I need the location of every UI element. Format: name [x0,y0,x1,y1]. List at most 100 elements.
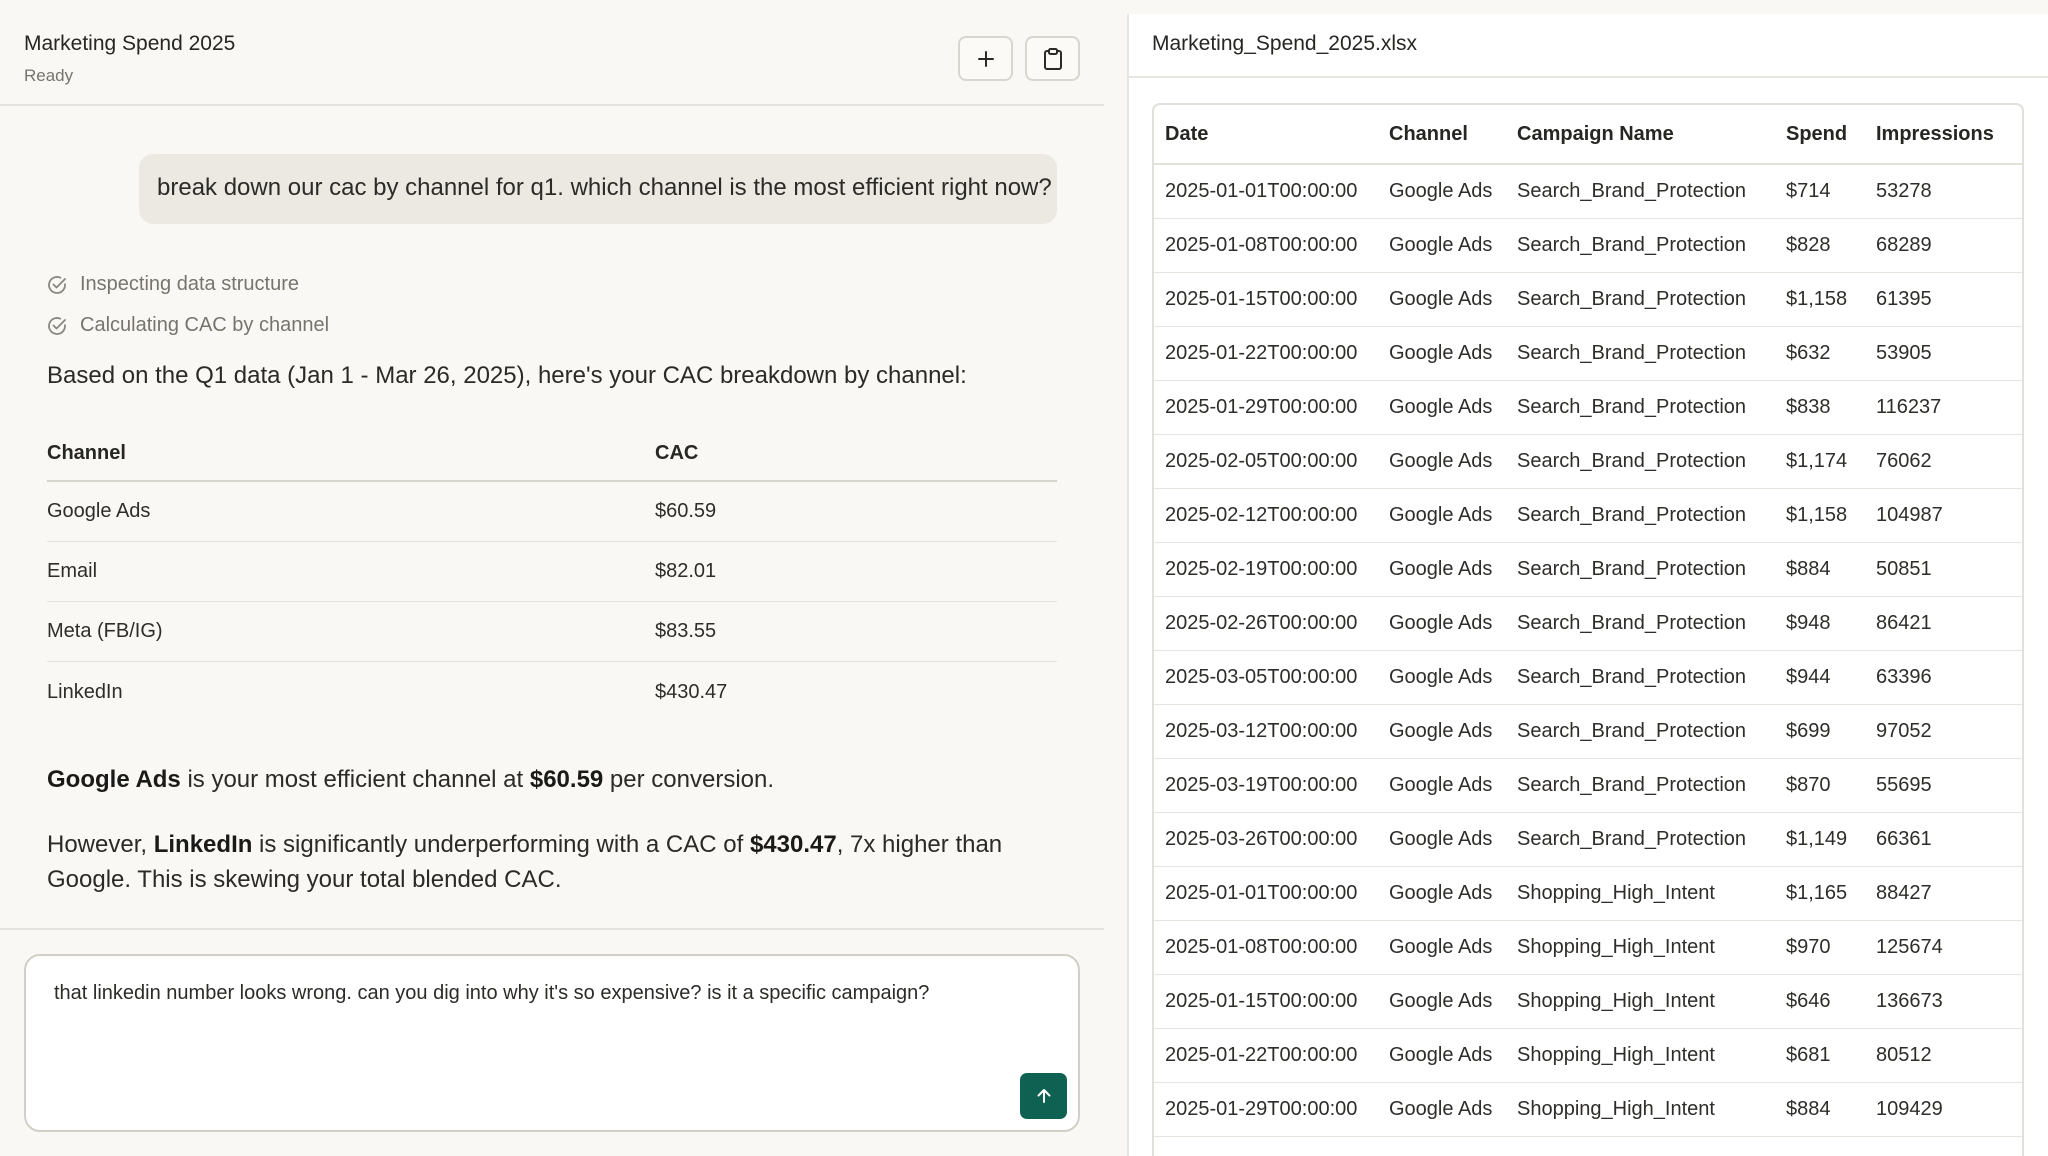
table-row[interactable]: 2025-01-15T00:00:00 Google Ads Shopping_Hi… [1154,975,2022,1029]
message-input[interactable]: that linkedin number looks wrong. can yo… [54,982,1034,1005]
cell-date[interactable]: 2025-03-26T00:00:00 [1154,828,1389,851]
cell-impressions[interactable]: 97052 [1876,720,2022,743]
cell-impressions[interactable]: 61395 [1876,288,2022,311]
cell-campaign-name[interactable]: Search_Brand_Protection [1517,504,1786,527]
cell-spend[interactable]: $828 [1786,234,1876,257]
cell-date[interactable]: 2025-02-26T00:00:00 [1154,612,1389,635]
table-row[interactable]: 2025-02-19T00:00:00 Google Ads Search_Bran… [1154,543,2022,597]
cell-channel[interactable]: Google Ads [1389,1098,1517,1121]
table-row[interactable]: 2025-01-01T00:00:00 Google Ads Shopping_Hi… [1154,867,2022,921]
cell-campaign-name[interactable]: Search_Brand_Protection [1517,720,1786,743]
cell-campaign-name[interactable]: Search_Brand_Protection [1517,396,1786,419]
cell-spend[interactable]: $1,158 [1786,504,1876,527]
cell-campaign-name[interactable]: Search_Brand_Protection [1517,180,1786,203]
new-chat-button[interactable] [958,36,1013,81]
cell-campaign-name[interactable]: Shopping_High_Intent [1517,936,1786,959]
cell-date[interactable]: 2025-01-29T00:00:00 [1154,1098,1389,1121]
table-row[interactable]: 2025-02-05T00:00:00 Google Ads Search_Bran… [1154,435,2022,489]
table-row[interactable]: 2025-01-29T00:00:00 Google Ads Search_Bran… [1154,381,2022,435]
cell-channel[interactable]: Google Ads [1389,612,1517,635]
cell-channel[interactable]: Google Ads [1389,1044,1517,1067]
cell-channel[interactable]: Google Ads [1389,990,1517,1013]
cell-impressions[interactable]: 80512 [1876,1044,2022,1067]
cell-channel[interactable]: Google Ads [1389,828,1517,851]
cell-campaign-name[interactable]: Shopping_High_Intent [1517,882,1786,905]
cell-spend[interactable]: $970 [1786,936,1876,959]
cell-impressions[interactable]: 55695 [1876,774,2022,797]
cell-date[interactable]: 2025-01-08T00:00:00 [1154,234,1389,257]
cell-campaign-name[interactable]: Search_Brand_Protection [1517,342,1786,365]
cell-channel[interactable]: Google Ads [1389,774,1517,797]
cell-impressions[interactable]: 109429 [1876,1098,2022,1121]
cell-impressions[interactable]: 88427 [1876,882,2022,905]
cell-date[interactable]: 2025-02-12T00:00:00 [1154,504,1389,527]
cell-date[interactable]: 2025-01-08T00:00:00 [1154,936,1389,959]
cell-date[interactable]: 2025-02-19T00:00:00 [1154,558,1389,581]
cell-campaign-name[interactable]: Shopping_High_Intent [1517,1044,1786,1067]
cell-impressions[interactable]: 116237 [1876,396,2022,419]
cell-impressions[interactable]: 53905 [1876,342,2022,365]
cell-channel[interactable]: Google Ads [1389,882,1517,905]
cell-spend[interactable]: $1,165 [1786,882,1876,905]
cell-campaign-name[interactable]: Search_Brand_Protection [1517,612,1786,635]
cell-spend[interactable]: $714 [1786,180,1876,203]
cell-spend[interactable]: $944 [1786,666,1876,689]
cell-spend[interactable]: $646 [1786,990,1876,1013]
cell-campaign-name[interactable]: Search_Brand_Protection [1517,666,1786,689]
cell-channel[interactable]: Google Ads [1389,234,1517,257]
cell-channel[interactable]: Google Ads [1389,288,1517,311]
table-row[interactable]: 2025-03-05T00:00:00 Google Ads Search_Bran… [1154,651,2022,705]
cell-spend[interactable]: $1,174 [1786,450,1876,473]
cell-date[interactable]: 2025-03-19T00:00:00 [1154,774,1389,797]
header-impressions[interactable]: Impressions [1876,123,2022,146]
cell-spend[interactable]: $1,158 [1786,288,1876,311]
cell-spend[interactable]: $632 [1786,342,1876,365]
cell-impressions[interactable]: 50851 [1876,558,2022,581]
cell-spend[interactable]: $681 [1786,1044,1876,1067]
cell-spend[interactable]: $884 [1786,558,1876,581]
cell-impressions[interactable]: 63396 [1876,666,2022,689]
cell-date[interactable]: 2025-01-01T00:00:00 [1154,180,1389,203]
cell-date[interactable]: 2025-03-12T00:00:00 [1154,720,1389,743]
cell-date[interactable]: 2025-01-22T00:00:00 [1154,1044,1389,1067]
cell-channel[interactable]: Google Ads [1389,450,1517,473]
cell-channel[interactable]: Google Ads [1389,504,1517,527]
table-row[interactable]: 2025-03-19T00:00:00 Google Ads Search_Bran… [1154,759,2022,813]
header-campaign-name[interactable]: Campaign Name [1517,123,1786,146]
cell-spend[interactable]: $870 [1786,774,1876,797]
cell-date[interactable]: 2025-03-05T00:00:00 [1154,666,1389,689]
table-row[interactable]: 2025-03-12T00:00:00 Google Ads Search_Bran… [1154,705,2022,759]
cell-channel[interactable]: Google Ads [1389,342,1517,365]
cell-impressions[interactable]: 66361 [1876,828,2022,851]
cell-impressions[interactable]: 53278 [1876,180,2022,203]
cell-date[interactable]: 2025-01-22T00:00:00 [1154,342,1389,365]
cell-date[interactable]: 2025-01-29T00:00:00 [1154,396,1389,419]
table-row[interactable]: 2025-01-08T00:00:00 Google Ads Search_Bran… [1154,219,2022,273]
cell-channel[interactable]: Google Ads [1389,558,1517,581]
spreadsheet-grid[interactable]: Date Channel Campaign Name Spend Impress… [1152,103,2024,1156]
cell-date[interactable]: 2025-01-15T00:00:00 [1154,990,1389,1013]
cell-spend[interactable]: $948 [1786,612,1876,635]
table-row[interactable]: 2025-01-29T00:00:00 Google Ads Shopping_Hi… [1154,1083,2022,1137]
cell-campaign-name[interactable]: Search_Brand_Protection [1517,774,1786,797]
table-row[interactable]: 2025-01-01T00:00:00 Google Ads Search_Bran… [1154,165,2022,219]
cell-channel[interactable]: Google Ads [1389,666,1517,689]
cell-spend[interactable]: $699 [1786,720,1876,743]
table-row[interactable]: 2025-02-26T00:00:00 Google Ads Search_Bran… [1154,597,2022,651]
cell-campaign-name[interactable]: Search_Brand_Protection [1517,828,1786,851]
cell-campaign-name[interactable]: Search_Brand_Protection [1517,288,1786,311]
table-row[interactable]: 2025-01-22T00:00:00 Google Ads Search_Bran… [1154,327,2022,381]
cell-date[interactable]: 2025-02-05T00:00:00 [1154,450,1389,473]
cell-channel[interactable]: Google Ads [1389,396,1517,419]
cell-campaign-name[interactable]: Search_Brand_Protection [1517,450,1786,473]
message-composer[interactable]: that linkedin number looks wrong. can yo… [24,954,1080,1132]
cell-channel[interactable]: Google Ads [1389,936,1517,959]
cell-date[interactable]: 2025-01-01T00:00:00 [1154,882,1389,905]
cell-channel[interactable]: Google Ads [1389,180,1517,203]
cell-impressions[interactable]: 125674 [1876,936,2022,959]
send-button[interactable] [1020,1073,1067,1119]
header-channel[interactable]: Channel [1389,123,1517,146]
table-row[interactable]: 2025-01-15T00:00:00 Google Ads Search_Bran… [1154,273,2022,327]
cell-spend[interactable]: $884 [1786,1098,1876,1121]
header-date[interactable]: Date [1154,123,1389,146]
